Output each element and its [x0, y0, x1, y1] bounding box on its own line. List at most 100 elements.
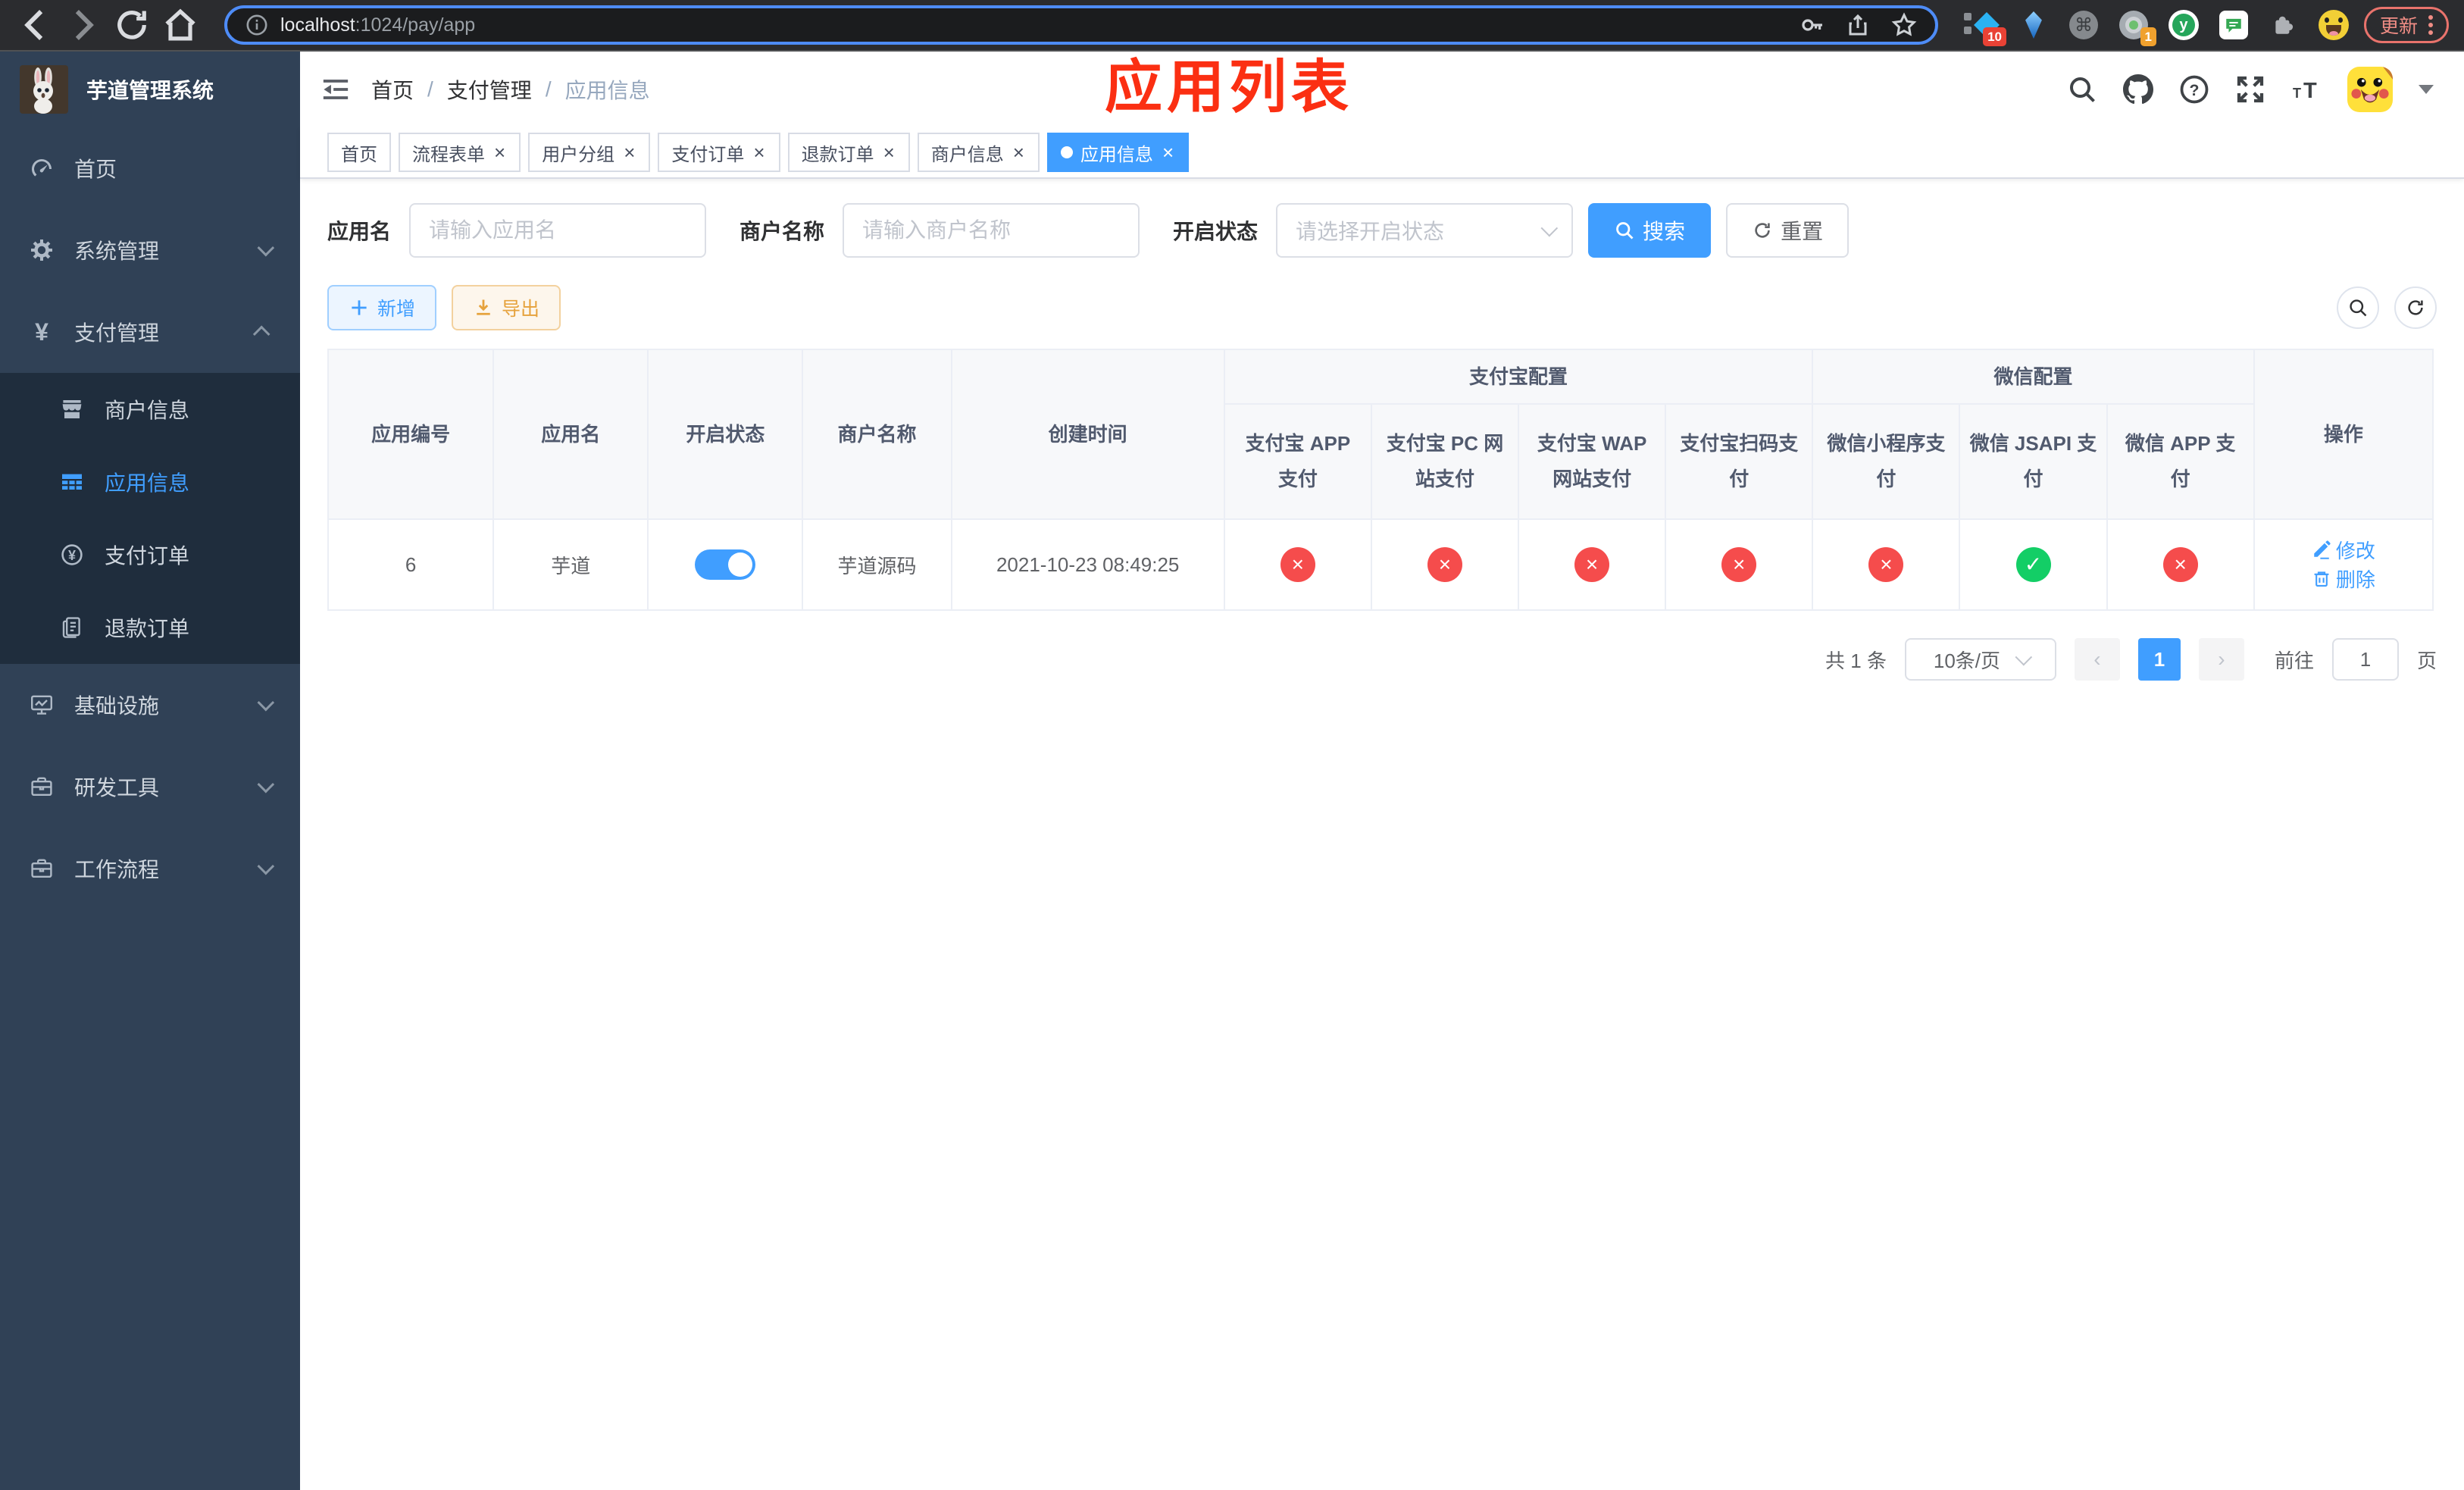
- cell-status: [647, 518, 804, 611]
- close-icon[interactable]: ×: [492, 142, 507, 162]
- github-icon[interactable]: [2123, 74, 2153, 105]
- svg-text:¥: ¥: [68, 548, 76, 563]
- chevron-down-icon: [257, 693, 275, 712]
- font-size-icon[interactable]: TT: [2291, 74, 2322, 105]
- refund-order-icon: [59, 615, 85, 640]
- tag-6[interactable]: 应用信息 ×: [1046, 133, 1190, 172]
- column-header: 微信小程序支付: [1812, 403, 1961, 520]
- ext-badge: 10: [1983, 27, 2006, 46]
- column-header-action: 操作: [2253, 349, 2434, 520]
- toggle-search-button[interactable]: [2337, 286, 2379, 329]
- tag-5[interactable]: 商户信息 ×: [917, 133, 1040, 172]
- close-icon[interactable]: ×: [882, 142, 896, 162]
- back-icon[interactable]: [15, 5, 55, 45]
- sidebar-item-4[interactable]: 研发工具: [0, 746, 300, 828]
- sidebar-menu: 首页 系统管理 ¥ 支付管理 商户信息 应用信息 ¥ 支付订单 退款订单 基础设施 研发工具 工作流程: [0, 127, 300, 909]
- export-button[interactable]: 导出: [452, 285, 561, 330]
- ext-yudao-icon[interactable]: y: [2168, 10, 2199, 40]
- url-bar[interactable]: localhost :1024/pay/app: [224, 5, 1938, 45]
- merchant-name-input[interactable]: [843, 203, 1140, 258]
- bookmark-star-icon[interactable]: [1891, 10, 1917, 40]
- sidebar-subitem-2-3[interactable]: 退款订单: [0, 591, 300, 664]
- search-icon[interactable]: [2067, 74, 2097, 105]
- delete-link[interactable]: 删除: [2312, 565, 2375, 593]
- fullscreen-icon[interactable]: [2235, 74, 2265, 105]
- close-icon[interactable]: ×: [1012, 142, 1026, 162]
- workflow-icon: [29, 856, 55, 881]
- key-icon[interactable]: [1800, 10, 1825, 40]
- filter-label-app-name: 应用名: [327, 220, 392, 243]
- tag-1[interactable]: 流程表单 ×: [399, 133, 521, 172]
- column-header: 应用名: [492, 349, 649, 520]
- search-button[interactable]: 搜索: [1588, 203, 1712, 258]
- column-header: 微信 APP 支付: [2106, 403, 2255, 520]
- ext-command-icon[interactable]: ⌘: [2068, 10, 2099, 40]
- chevron-down-icon: [257, 775, 275, 794]
- close-icon[interactable]: ×: [752, 142, 766, 162]
- cell-channel: ×: [2106, 518, 2255, 611]
- chevron-down-icon[interactable]: [2419, 85, 2434, 94]
- close-icon[interactable]: ×: [622, 142, 636, 162]
- reload-icon[interactable]: [112, 5, 152, 45]
- svg-text:?: ?: [2190, 81, 2200, 99]
- reset-button[interactable]: 重置: [1726, 203, 1850, 258]
- breadcrumb-current: 应用信息: [564, 79, 650, 102]
- extensions-area: 10 ⌘ 1 y: [1963, 10, 2349, 46]
- breadcrumb-pay[interactable]: 支付管理: [447, 74, 532, 105]
- close-icon[interactable]: ×: [1161, 142, 1175, 162]
- app-name-input[interactable]: [409, 203, 707, 258]
- refresh-button[interactable]: [2394, 286, 2437, 329]
- logo-rabbit-image: [20, 65, 68, 114]
- ext-recorder-icon[interactable]: 1: [2118, 10, 2156, 46]
- tag-4[interactable]: 退款订单 ×: [787, 133, 910, 172]
- shop-icon: [59, 396, 85, 422]
- sidebar-item-3[interactable]: 基础设施: [0, 664, 300, 746]
- status-select[interactable]: 请选择开启状态: [1276, 203, 1574, 258]
- sidebar-logo[interactable]: 芋道管理系统: [0, 52, 300, 127]
- navbar: 首页 / 支付管理 / 应用信息 应用列表 ? T T: [300, 52, 2464, 127]
- page-size-select[interactable]: 10条/页: [1904, 638, 2056, 681]
- sidebar-item-2[interactable]: ¥ 支付管理: [0, 291, 300, 373]
- enable-toggle[interactable]: [695, 549, 756, 580]
- share-icon[interactable]: [1846, 10, 1870, 40]
- help-icon[interactable]: ?: [2179, 74, 2209, 105]
- active-dot: [1060, 146, 1073, 158]
- cell-actions: 修改 删除: [2253, 518, 2434, 611]
- add-button[interactable]: 新增: [327, 285, 437, 330]
- browser-chrome: localhost :1024/pay/app 10 ⌘ 1 y 更新: [0, 0, 2464, 52]
- ext-puzzle-icon[interactable]: [2269, 10, 2299, 40]
- cell-channel: ×: [1223, 518, 1372, 611]
- ext-smiley-icon[interactable]: [2318, 10, 2349, 40]
- goto-page-input[interactable]: [2331, 638, 2399, 681]
- prev-page-button[interactable]: ‹: [2074, 638, 2120, 681]
- sidebar-subitem-2-1[interactable]: 应用信息: [0, 446, 300, 518]
- sidebar-subitem-2-0[interactable]: 商户信息: [0, 373, 300, 446]
- page-number-button[interactable]: 1: [2137, 638, 2181, 681]
- ext-kite-icon[interactable]: [2018, 10, 2049, 40]
- breadcrumb-home[interactable]: 首页: [371, 74, 414, 105]
- devtools-icon: [29, 774, 55, 800]
- tag-0[interactable]: 首页: [327, 133, 391, 172]
- ext-diamond-icon[interactable]: 10: [1963, 10, 2006, 46]
- update-button[interactable]: 更新: [2363, 7, 2449, 43]
- hamburger-icon[interactable]: [300, 52, 371, 127]
- sidebar-item-0[interactable]: 首页: [0, 127, 300, 209]
- edit-link[interactable]: 修改: [2312, 536, 2375, 564]
- cell-channel: ×: [1370, 518, 1520, 611]
- avatar[interactable]: [2347, 67, 2393, 112]
- ext-chat-icon[interactable]: [2219, 10, 2249, 40]
- cross-circle-icon: ×: [2162, 547, 2198, 582]
- cross-circle-icon: ×: [1868, 547, 1904, 582]
- pagination-total: 共 1 条: [1825, 649, 1887, 672]
- next-page-button[interactable]: ›: [2198, 638, 2244, 681]
- sidebar-item-1[interactable]: 系统管理: [0, 209, 300, 291]
- sidebar-item-5[interactable]: 工作流程: [0, 828, 300, 909]
- cell-app-id: 6: [327, 518, 495, 611]
- tag-2[interactable]: 用户分组 ×: [528, 133, 651, 172]
- tag-3[interactable]: 支付订单 ×: [658, 133, 780, 172]
- info-icon[interactable]: [245, 14, 268, 36]
- menu-kebab-icon[interactable]: [2428, 23, 2433, 27]
- forward-icon[interactable]: [64, 5, 103, 45]
- home-icon[interactable]: [161, 5, 200, 45]
- sidebar-subitem-2-2[interactable]: ¥ 支付订单: [0, 518, 300, 591]
